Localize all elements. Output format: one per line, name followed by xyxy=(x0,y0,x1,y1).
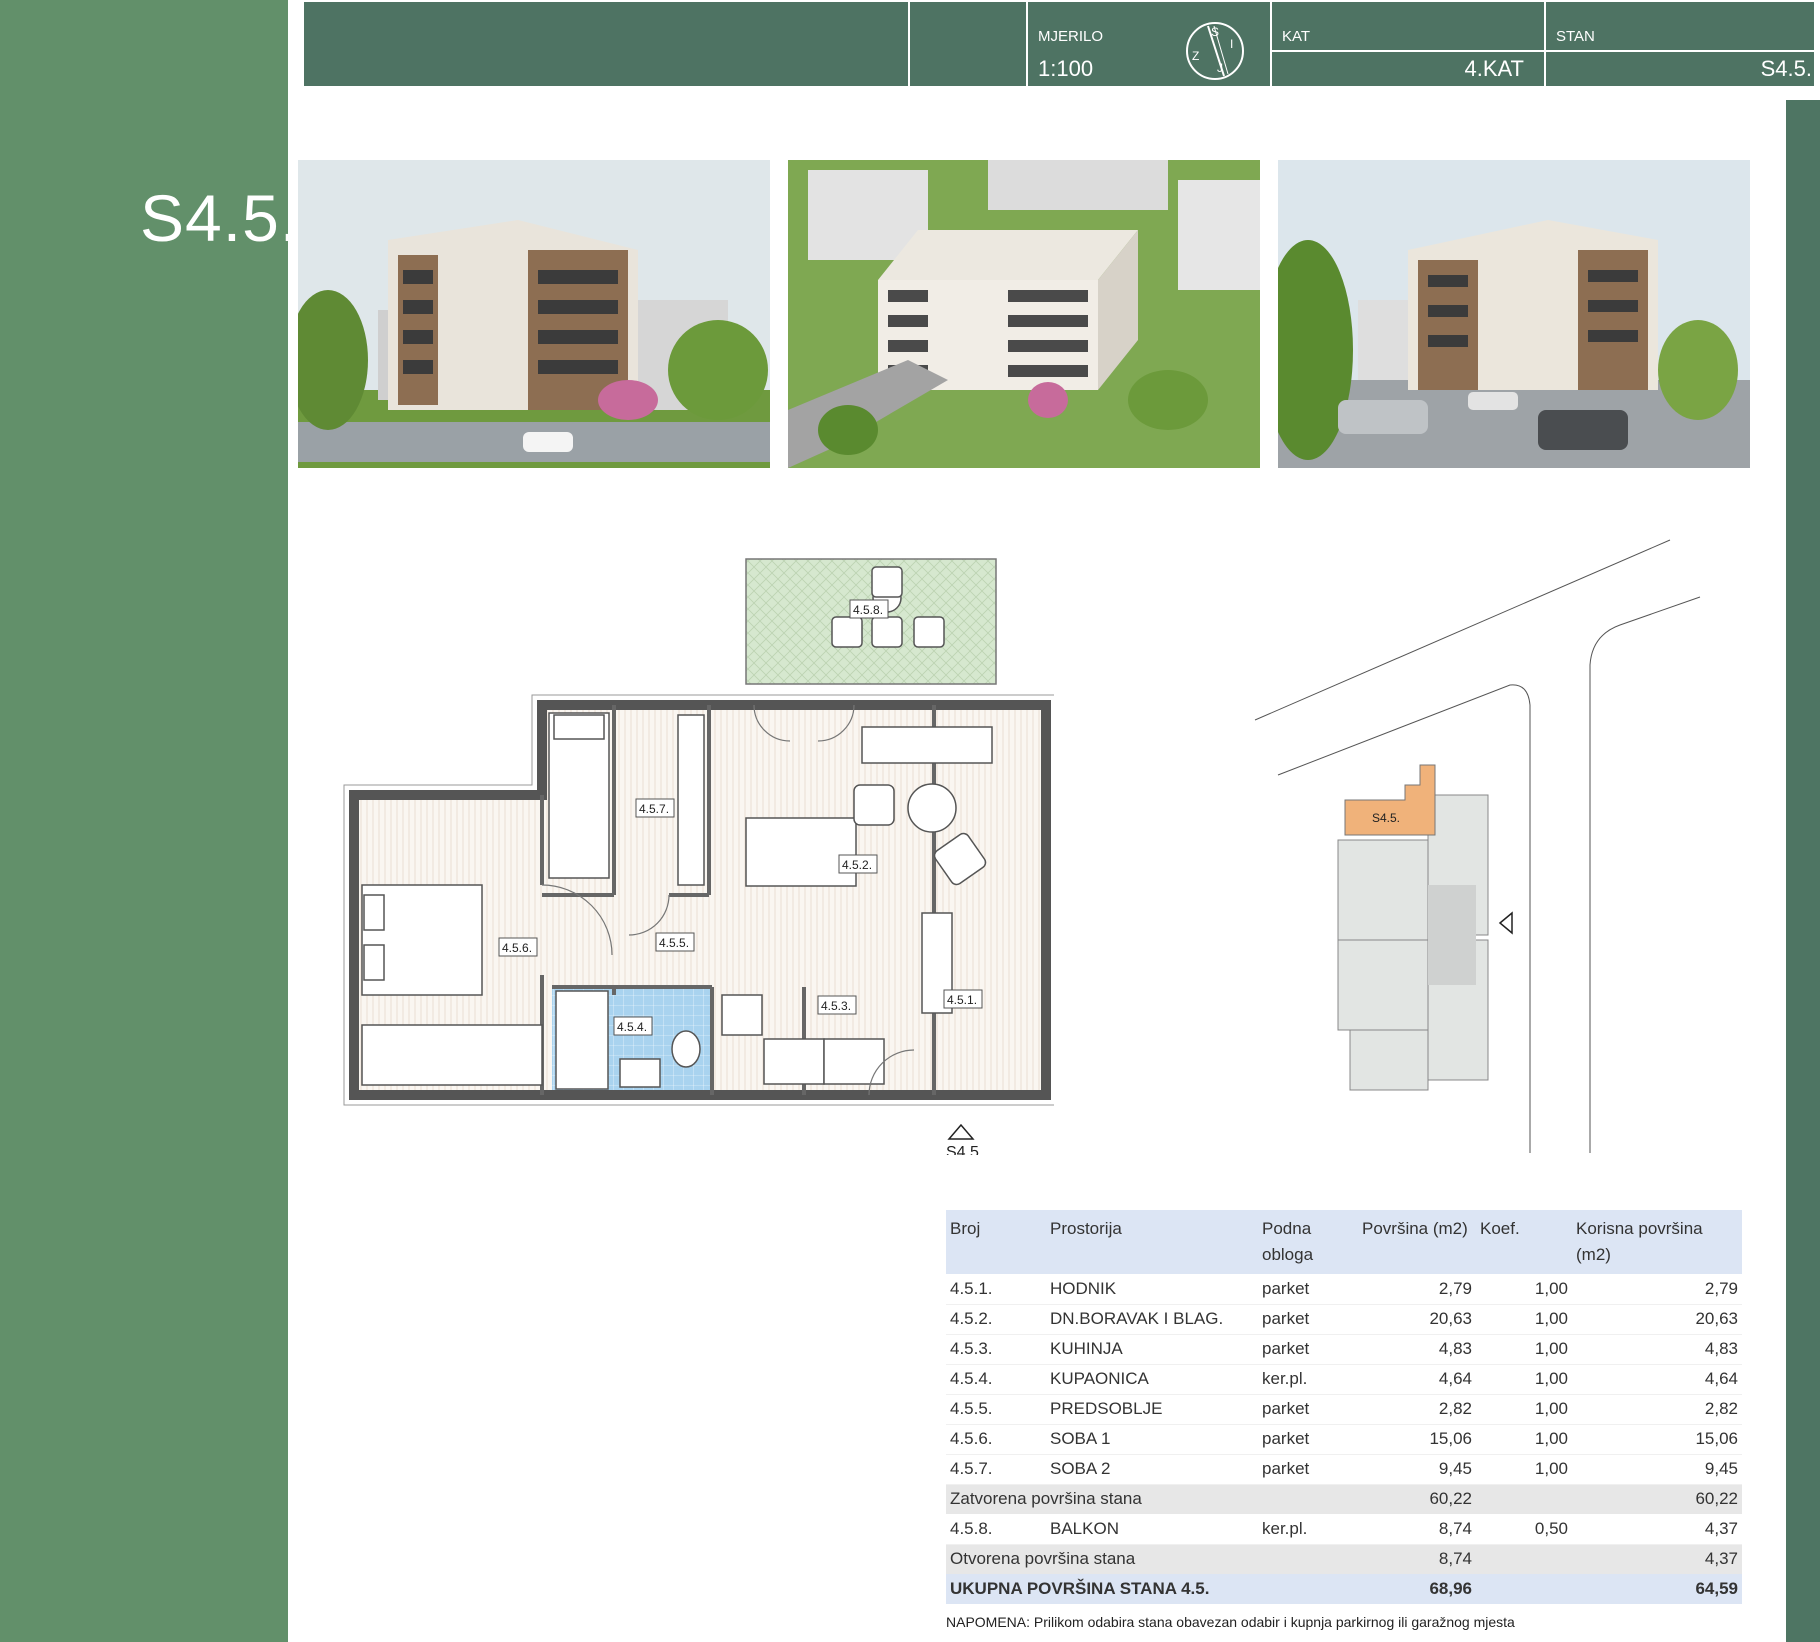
room-label-4-5-2: 4.5.2. xyxy=(842,858,872,872)
col-prostorija: Prostorija xyxy=(1046,1210,1258,1274)
col-povrsina: Površina (m2) xyxy=(1358,1210,1476,1274)
room-label-4-5-4: 4.5.4. xyxy=(617,1020,647,1034)
room-label-4-5-3: 4.5.3. xyxy=(821,999,851,1013)
closed-area-row: Zatvorena površina stana 60,22 60,22 xyxy=(946,1484,1742,1514)
unit-label: STAN xyxy=(1556,28,1595,45)
floor-plan: 4.5.1. 4.5.2. 4.5.3. 4.5.4. 4.5.5. 4.5.6… xyxy=(343,558,1054,1155)
header-bar: MJERILO 1:100 S I J Z KAT 4.KAT STAN S4.… xyxy=(302,0,1816,88)
table-row: 4.5.3. KUHINJA parket 4,83 1,00 4,83 xyxy=(946,1334,1742,1365)
balcony-row: 4.5.8. BALKON ker.pl. 8,74 0,50 4,37 xyxy=(946,1514,1742,1545)
table-row: 4.5.2. DN.BORAVAK I BLAG. parket 20,63 1,00… xyxy=(946,1304,1742,1335)
floor-value: 4.KAT xyxy=(1464,56,1524,81)
col-korisna-povrsina: Korisna površina (m2) xyxy=(1572,1210,1742,1274)
compass-west: Z xyxy=(1192,49,1199,63)
unit-cell: STAN S4.5. xyxy=(1544,2,1816,88)
table-row: 4.5.1. HODNIK parket 2,79 1,00 2,79 xyxy=(946,1274,1742,1305)
floor-label: KAT xyxy=(1282,28,1311,45)
room-label-4-5-5: 4.5.5. xyxy=(659,936,689,950)
unit-value: S4.5. xyxy=(1760,56,1812,81)
room-label-4-5-7: 4.5.7. xyxy=(639,802,669,816)
col-podna-obloga: Podna obloga xyxy=(1258,1210,1358,1274)
compass-north: S xyxy=(1211,25,1219,39)
col-broj: Broj xyxy=(946,1210,1046,1274)
right-accent-strip xyxy=(1786,100,1820,1642)
table-row: 4.5.7. SOBA 2 parket 9,45 1,00 9,45 xyxy=(946,1454,1742,1485)
building-render-street-view xyxy=(298,160,770,468)
compass-east: I xyxy=(1230,37,1233,51)
col-koef: Koef. xyxy=(1476,1210,1572,1274)
header-divider xyxy=(908,2,910,88)
room-label-4-5-1: 4.5.1. xyxy=(947,993,977,1007)
compass-icon: S I J Z xyxy=(1186,22,1244,80)
footnote: NAPOMENA: Prilikom odabira stana obaveza… xyxy=(946,1614,1515,1630)
table-row: 4.5.4. KUPAONICA ker.pl. 4,64 1,00 4,64 xyxy=(946,1364,1742,1395)
site-plan: S4.5. xyxy=(1254,539,1701,1153)
room-label-4-5-6: 4.5.6. xyxy=(502,941,532,955)
building-render-aerial-view xyxy=(788,160,1260,468)
open-area-row: Otvorena površina stana 8,74 4,37 xyxy=(946,1544,1742,1574)
room-label-4-5-8: 4.5.8. xyxy=(853,603,883,617)
scale-value: 1:100 xyxy=(1038,56,1094,81)
table-row: 4.5.5. PREDSOBLJE parket 2,82 1,00 2,82 xyxy=(946,1394,1742,1425)
building-render-parking-view xyxy=(1278,160,1750,468)
scale-label: MJERILO xyxy=(1038,28,1104,45)
table-row: 4.5.6. SOBA 1 parket 15,06 1,00 15,06 xyxy=(946,1424,1742,1455)
site-unit-label: S4.5. xyxy=(1372,811,1400,825)
sidebar: S4.5. xyxy=(0,0,298,1642)
compass-south: J xyxy=(1217,61,1223,75)
area-table: Broj Prostorija Podna obloga Površina (m… xyxy=(946,1210,1742,1604)
scale-cell: MJERILO 1:100 S I J Z xyxy=(1026,2,1270,88)
floor-cell: KAT 4.KAT xyxy=(1270,2,1544,88)
apartment-sheet: S4.5. MJERILO 1:100 S I J Z KAT 4.KAT ST… xyxy=(0,0,1820,1642)
entrance-label: S4.5. xyxy=(946,1144,983,1155)
grand-total-row: UKUPNA POVRŠINA STANA 4.5. 68,96 64,59 xyxy=(946,1574,1742,1604)
apartment-code-title: S4.5. xyxy=(140,181,300,255)
entrance-arrow-icon xyxy=(1498,911,1513,935)
entrance-arrow-icon xyxy=(947,1123,975,1140)
